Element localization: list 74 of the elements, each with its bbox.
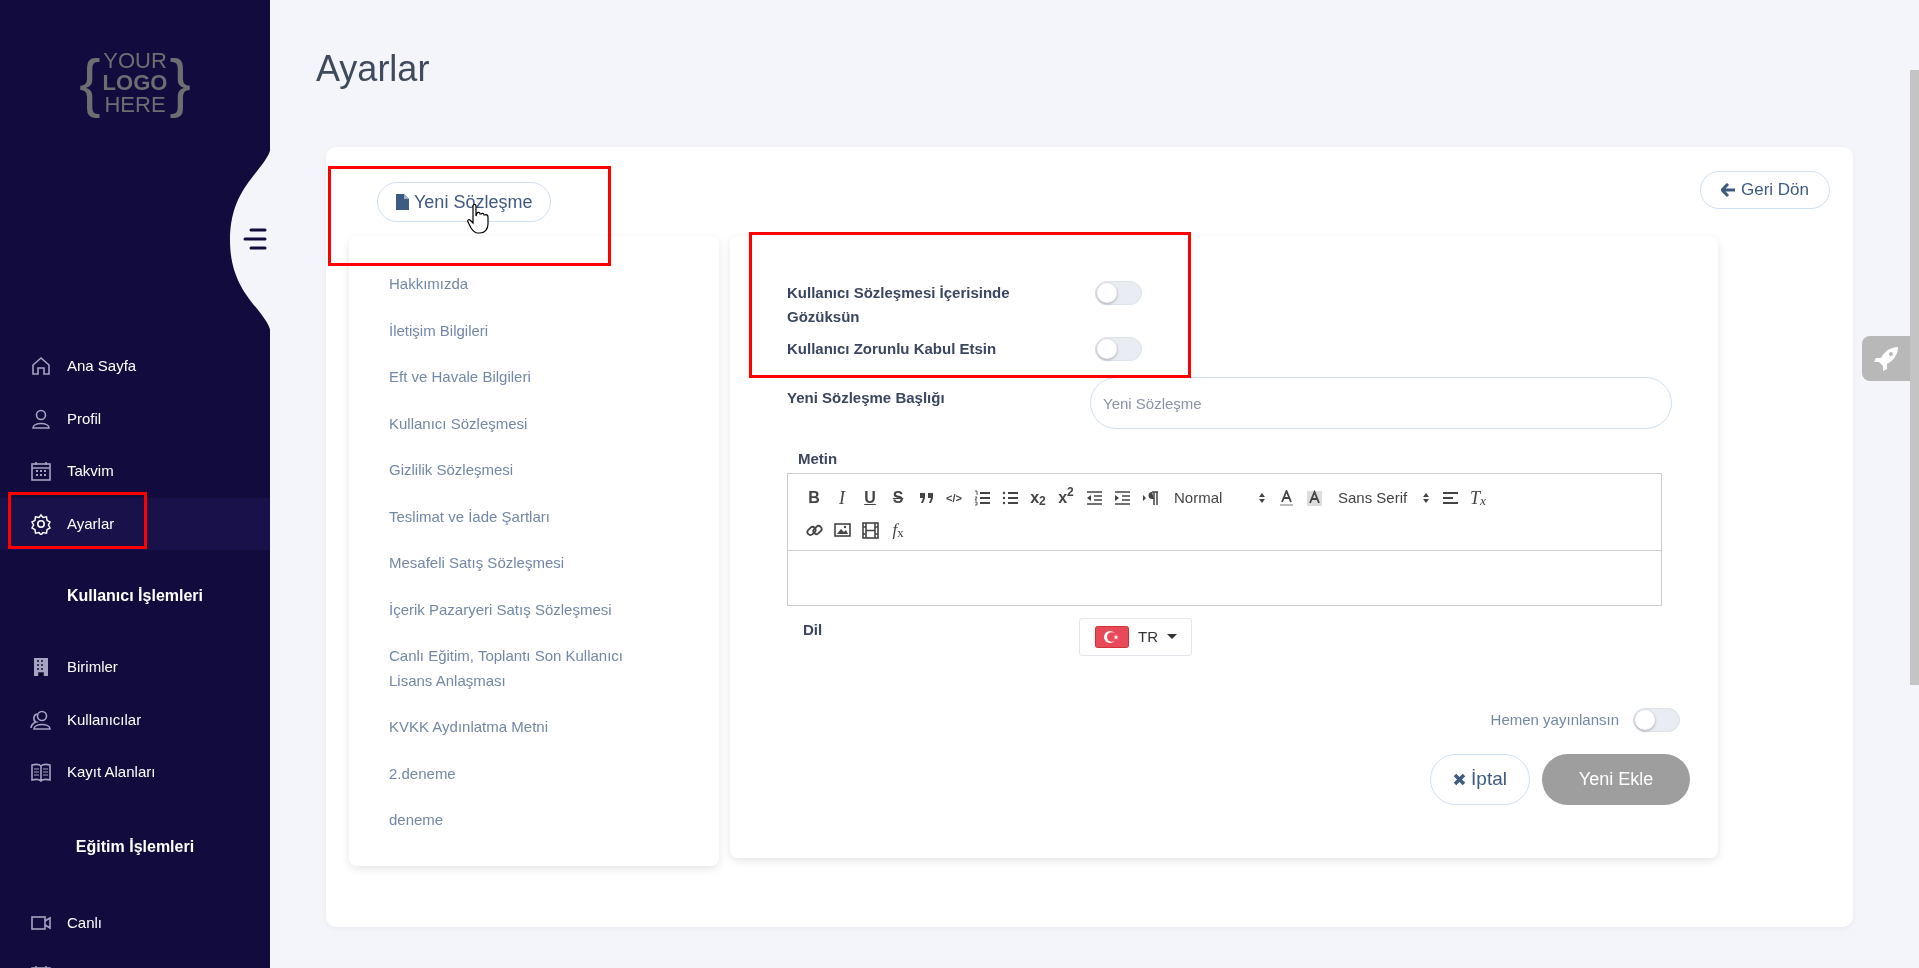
paragraph-direction-icon [1141,489,1159,507]
bullet-list-icon [1001,489,1019,507]
nav-item[interactable]: Ayarlar [0,497,270,550]
toolbar-button[interactable]: x$_{2}$ [1024,486,1052,510]
language-dropdown[interactable]: TR [1079,618,1192,656]
switch-label: Kullanıcı Sözleşmesi İçerisinde Gözüksün [787,283,1011,327]
sort-caret-icon [1422,492,1430,504]
text-color-icon [1277,489,1295,507]
toolbar-button[interactable]: x$^{2}$ [1052,486,1080,510]
nav-item[interactable]: Profil [0,392,270,445]
contract-link[interactable]: Hakkımızda [389,261,669,308]
back-button[interactable]: Geri Dön [1699,171,1830,209]
toggle-switch[interactable] [1095,337,1142,361]
toolbar-button[interactable]: B [800,486,828,510]
toggle-switch[interactable] [1633,708,1680,732]
new-contract-button[interactable]: Yeni Sözleşme [377,182,552,222]
flag-icon [1095,626,1129,648]
nav-item[interactable]: Ana Sayfa [0,340,270,393]
toolbar-button[interactable]: I [828,486,856,510]
field-label: Yeni Sözleşme Başlığı [787,388,946,408]
image-icon [833,521,851,539]
cancel-button[interactable]: İptal [1430,754,1530,805]
contract-link[interactable]: Mesafeli Satış Sözleşmesi [389,540,669,587]
contract-link[interactable]: Eft ve Havale Bilgileri [389,354,669,401]
nav-item[interactable]: Birimler [0,641,270,694]
home-icon [30,355,52,378]
nav-item[interactable]: Takvim [0,445,270,498]
calendar-icon [30,460,52,483]
contract-link[interactable]: 2.deneme [389,750,669,797]
format-select[interactable]: Normal [1164,486,1272,510]
section-heading: Kullanıcı İşlemleri [65,586,205,606]
field-label: Metin [798,449,839,469]
field-label: Dil [802,620,824,640]
contract-link[interactable]: KVKK Aydınlatma Metni [389,704,669,751]
indent-icon [1113,489,1131,507]
section-heading: Eğitim İşlemleri [74,836,196,857]
contract-link[interactable]: İçerik Pazaryeri Satış Sözleşmesi [389,586,669,633]
publish-label: Hemen yayınlansın [1490,709,1619,730]
toolbar-button[interactable]: </> [940,486,968,510]
contract-link[interactable]: Canlı Eğitim, Toplantı Son Kullanıcı Lisans Anlaşması [389,633,669,704]
rocket-icon [1873,345,1899,372]
nav-item[interactable]: Kullanıcılar [0,693,270,746]
person-icon [30,407,52,430]
toggle-switch[interactable] [1095,281,1142,305]
people-icon [30,708,52,731]
sort-caret-icon [1258,492,1266,504]
format-select[interactable]: Sans Serif [1328,486,1436,510]
contract-link[interactable]: Teslimat ve İade Şartları [389,493,669,540]
toolbar-button[interactable]: U [856,486,884,510]
contract-link[interactable]: Kullanıcı Sözleşmesi [389,400,669,447]
contract-link[interactable]: deneme [389,797,669,844]
align-icon [1441,489,1459,507]
contract-link[interactable]: Gizlilik Sözleşmesi [389,447,669,494]
close-icon [1453,773,1467,786]
outdent-icon [1085,489,1103,507]
arrow-left-icon [1720,183,1736,197]
caret-down-icon [1167,634,1177,640]
highlight-icon [1305,489,1323,507]
scrollbar-thumb[interactable] [1910,70,1919,685]
add-button: Yeni Ekle [1542,754,1690,805]
switch-label: Kullanıcı Zorunlu Kabul Etsin [787,339,998,359]
contract-link[interactable]: İletişim Bilgileri [389,307,669,354]
numbered-list-icon [973,489,991,507]
toolbar-button[interactable]: f$_{x}$ [884,518,912,542]
title-input-field[interactable]: Yeni Sözleşme [1090,377,1672,429]
film-icon [861,521,879,539]
document-icon [396,194,409,210]
page-title: Ayarlar [316,47,431,91]
gear-icon [30,512,52,535]
nav-item[interactable]: Canlı [0,896,270,949]
toolbar-button[interactable]: T$_{x}$ [1464,486,1492,510]
book-icon [30,761,52,784]
toolbar-button[interactable]: S [884,486,912,510]
nav-item[interactable]: Kayıt Alanları [0,746,270,799]
